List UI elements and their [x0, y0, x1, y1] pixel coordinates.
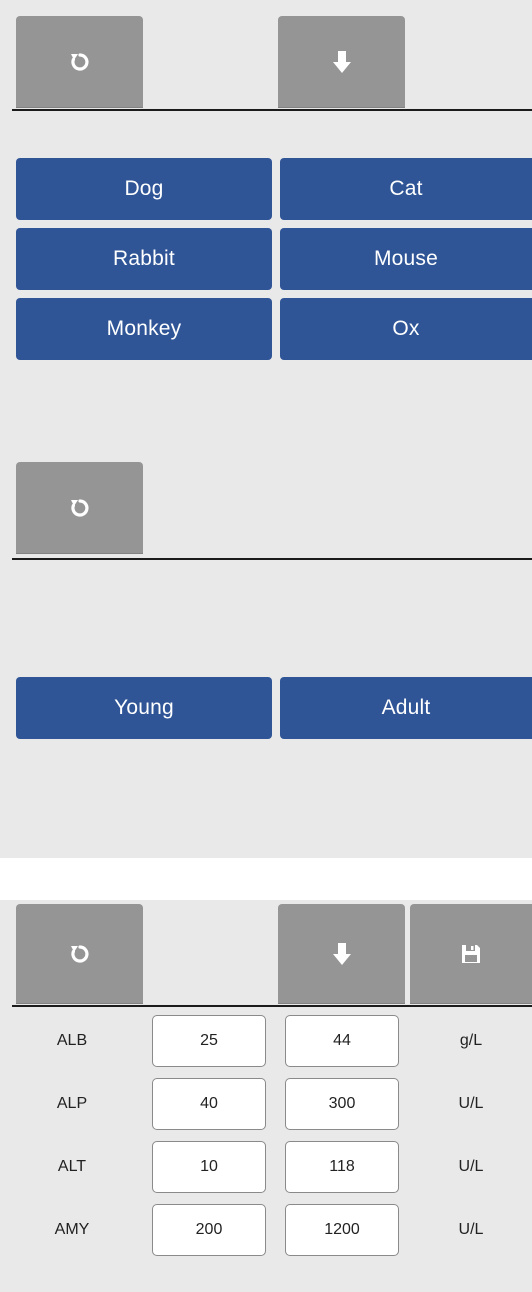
low-value-field[interactable]: 25 [152, 1015, 266, 1067]
low-value-field[interactable]: 200 [152, 1204, 266, 1256]
analyte-label: AMY [54, 1221, 90, 1238]
unit-label: U/L [458, 1158, 484, 1175]
toolbar-divider [12, 109, 532, 111]
unit-label: g/L [459, 1032, 483, 1049]
reset-icon [70, 499, 89, 517]
analyte-label: ALT [57, 1158, 87, 1175]
download-icon [332, 51, 351, 73]
download-ranges-button[interactable] [278, 904, 405, 1004]
age-divider [12, 558, 532, 560]
high-value-field[interactable]: 44 [285, 1015, 399, 1067]
reset-age-button[interactable] [16, 462, 143, 554]
age-adult-button[interactable]: Adult [280, 677, 532, 739]
reset-icon [70, 945, 89, 963]
download-icon [332, 943, 351, 965]
high-value-field[interactable]: 118 [285, 1141, 399, 1193]
age-young-button[interactable]: Young [16, 677, 272, 739]
species-cat-button[interactable]: Cat [280, 158, 532, 220]
low-value-field[interactable]: 10 [152, 1141, 266, 1193]
download-button[interactable] [278, 16, 405, 108]
reference-range-panel: ALB 25 44 g/L ALP 40 300 U/L ALT 10 118 … [0, 900, 532, 1292]
analyte-label: ALP [56, 1095, 88, 1112]
reset-icon [70, 53, 89, 71]
unit-label: U/L [458, 1095, 484, 1112]
save-button[interactable] [410, 904, 532, 1004]
species-mouse-button[interactable]: Mouse [280, 228, 532, 290]
reset-species-button[interactable] [16, 16, 143, 108]
species-ox-button[interactable]: Ox [280, 298, 532, 360]
reset-ranges-button[interactable] [16, 904, 143, 1004]
analyte-label: ALB [56, 1032, 88, 1049]
species-rabbit-button[interactable]: Rabbit [16, 228, 272, 290]
save-icon [462, 945, 480, 963]
species-monkey-button[interactable]: Monkey [16, 298, 272, 360]
high-value-field[interactable]: 300 [285, 1078, 399, 1130]
high-value-field[interactable]: 1200 [285, 1204, 399, 1256]
table-divider [12, 1005, 532, 1007]
unit-label: U/L [458, 1221, 484, 1238]
selection-panel: Dog Cat Rabbit Mouse Monkey Ox Young Adu… [0, 0, 532, 858]
low-value-field[interactable]: 40 [152, 1078, 266, 1130]
species-dog-button[interactable]: Dog [16, 158, 272, 220]
